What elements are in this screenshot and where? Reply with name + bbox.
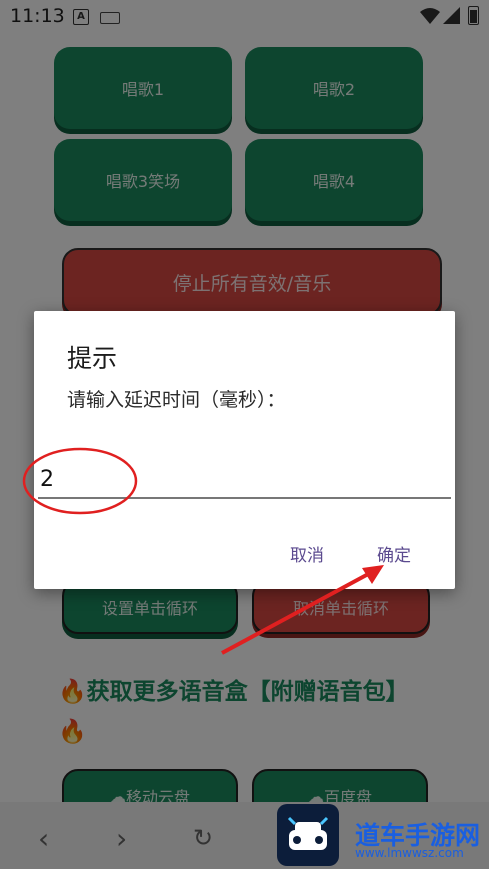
delay-input[interactable] (38, 461, 451, 499)
confirm-button[interactable]: 确定 (377, 541, 411, 566)
screen: 11:13 A 唱歌1 唱歌2 唱歌3笑场 唱歌4 停止所有音效/音乐 设置单击… (0, 0, 489, 869)
delay-input-dialog: 提示 请输入延迟时间（毫秒）： 取消 确定 (34, 311, 455, 589)
watermark: 道车手游网 www.lmwwsz.com (275, 800, 489, 869)
watermark-url: www.lmwwsz.com (355, 846, 464, 860)
dialog-message: 请输入延迟时间（毫秒）： (67, 389, 286, 411)
car-logo-icon (277, 804, 339, 866)
cancel-button[interactable]: 取消 (290, 541, 324, 566)
dialog-title: 提示 (67, 344, 118, 373)
